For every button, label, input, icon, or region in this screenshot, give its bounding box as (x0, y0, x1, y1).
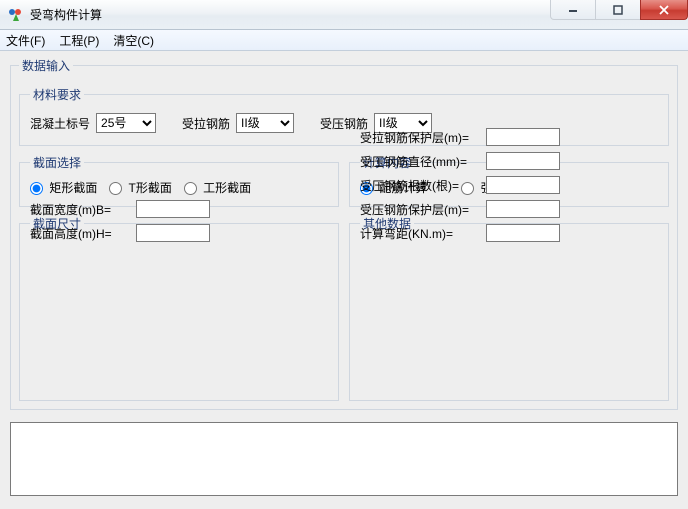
group-data-input: 数据输入 材料要求 混凝土标号 25号 受拉钢筋 II级 受压钢筋 (10, 57, 678, 410)
tensile-rebar-select[interactable]: II级 (236, 113, 294, 133)
concrete-grade-select[interactable]: 25号 (96, 113, 156, 133)
moment-label: 计算弯距(KN.m)= (360, 225, 480, 242)
radio-rect-label: 矩形截面 (49, 181, 97, 195)
output-textarea[interactable] (10, 422, 678, 496)
menu-file[interactable]: 文件(F) (6, 32, 45, 49)
tensile-rebar-label: 受拉钢筋 (182, 115, 230, 132)
close-button[interactable] (640, 0, 688, 20)
close-icon (658, 5, 670, 15)
compress-count-label: 受压钢筋根数(根)= (360, 177, 480, 194)
minimize-icon (568, 5, 578, 15)
compress-cover-input[interactable] (486, 200, 560, 218)
group-material-legend: 材料要求 (30, 86, 84, 103)
radio-i-label: 工形截面 (203, 181, 251, 195)
compress-cover-label: 受压钢筋保护层(m)= (360, 201, 480, 218)
app-icon (8, 7, 24, 23)
menubar: 文件(F) 工程(P) 清空(C) (0, 30, 688, 51)
window-controls (551, 0, 688, 20)
group-data-input-legend: 数据输入 (19, 57, 73, 74)
section-height-input[interactable] (136, 224, 210, 242)
group-section-dims: 截面尺寸 截面宽度(m)B= 截面高度(m)H= (19, 215, 339, 401)
maximize-button[interactable] (595, 0, 641, 20)
section-width-label: 截面宽度(m)B= (30, 201, 130, 218)
radio-t-label: T形截面 (128, 181, 171, 195)
compress-diameter-input[interactable] (486, 152, 560, 170)
client-area: 数据输入 材料要求 混凝土标号 25号 受拉钢筋 II级 受压钢筋 (0, 51, 688, 509)
minimize-button[interactable] (550, 0, 596, 20)
menu-project[interactable]: 工程(P) (59, 32, 99, 49)
group-section-select-legend: 截面选择 (30, 154, 84, 171)
group-other-data: 其他数据 受拉钢筋保护层(m)= 受压钢筋直径(mm)= 受压钢筋根数(根)= (349, 215, 669, 401)
titlebar: 受弯构件计算 (0, 0, 688, 30)
concrete-grade-label: 混凝土标号 (30, 115, 90, 132)
moment-input[interactable] (486, 224, 560, 242)
tensile-cover-input[interactable] (486, 128, 560, 146)
section-height-label: 截面高度(m)H= (30, 225, 130, 242)
menu-clear[interactable]: 清空(C) (113, 32, 154, 49)
compress-count-input[interactable] (486, 176, 560, 194)
tensile-cover-label: 受拉钢筋保护层(m)= (360, 129, 480, 146)
section-width-input[interactable] (136, 200, 210, 218)
compress-diameter-label: 受压钢筋直径(mm)= (360, 153, 480, 170)
window-title: 受弯构件计算 (30, 6, 102, 23)
maximize-icon (613, 5, 623, 15)
